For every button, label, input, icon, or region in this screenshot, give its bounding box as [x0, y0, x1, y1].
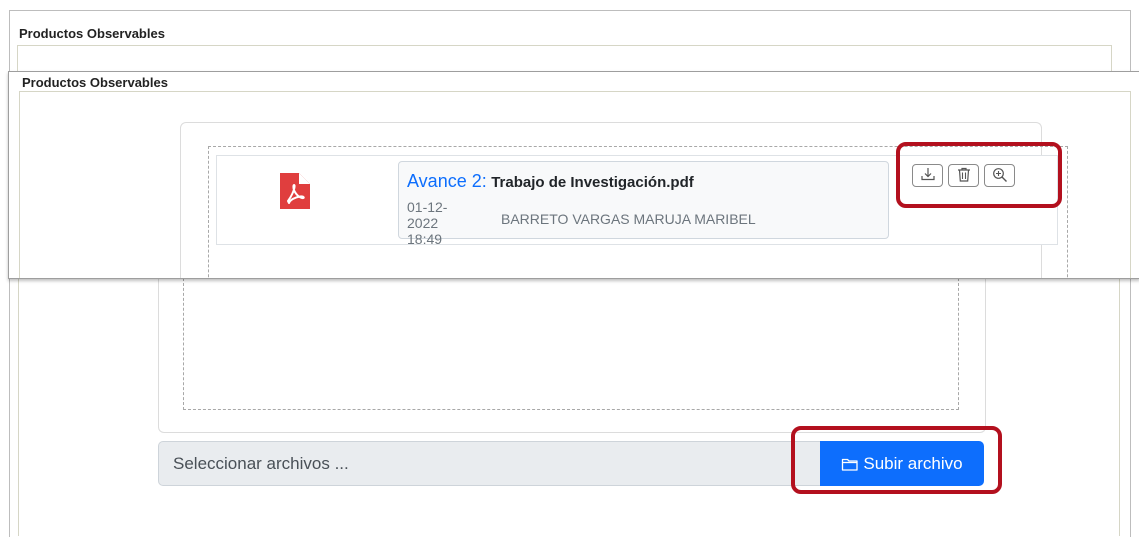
folder-icon [841, 456, 859, 472]
download-icon [920, 167, 936, 184]
file-select-input[interactable] [158, 441, 820, 486]
panel-title: Productos Observables [22, 75, 168, 90]
uploaded-file-item: Avance 2: Trabajo de Investigación.pdf 0… [216, 155, 1058, 247]
preview-button[interactable] [984, 164, 1015, 187]
download-button[interactable] [912, 164, 943, 187]
file-date: 01-12-2022 [407, 199, 448, 231]
zoom-in-icon [992, 167, 1008, 185]
pdf-file-icon [280, 173, 310, 214]
file-stage: Avance 2: [407, 171, 487, 191]
file-author: BARRETO VARGAS MARUJA MARIBEL [501, 211, 756, 227]
file-actions [912, 164, 1015, 187]
upload-button-label: Subir archivo [863, 453, 963, 473]
file-info-box: Avance 2: Trabajo de Investigación.pdf 0… [398, 161, 889, 247]
trash-icon [957, 167, 971, 185]
upload-file-button[interactable]: Subir archivo [820, 441, 984, 486]
delete-button[interactable] [948, 164, 979, 187]
panel-title: Productos Observables [19, 26, 165, 41]
file-name[interactable]: Trabajo de Investigación.pdf [491, 174, 694, 191]
drop-zone[interactable] [183, 278, 959, 410]
file-time: 18:49 [407, 231, 443, 247]
observable-products-panel-zoom: Productos Observables Avance 2: Trabajo … [8, 71, 1139, 279]
panel-fieldset [17, 45, 1112, 72]
file-upload-group: Subir archivo [158, 441, 984, 486]
